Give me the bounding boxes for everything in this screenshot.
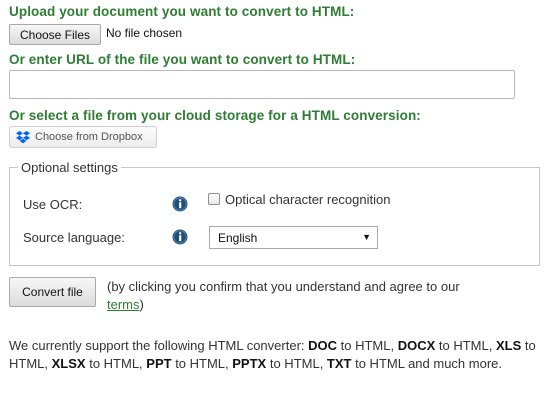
choose-files-button[interactable]: Choose Files [9,24,101,45]
format-name: XLSX [51,356,86,371]
confirm-terms-text: (by clicking you confirm that you unders… [107,278,487,314]
optional-settings-fieldset: Optional settings [9,160,540,266]
optional-settings-legend: Optional settings [21,160,118,175]
format-suffix: to HTML, [266,356,327,371]
upload-heading: Upload your document you want to convert… [9,4,355,19]
convert-file-button[interactable]: Convert file [9,277,96,307]
format-name: PPTX [232,356,267,371]
confirm-text-after: ) [139,297,144,312]
terms-link[interactable]: terms [107,297,140,312]
info-icon[interactable] [172,229,188,245]
format-suffix: to HTML, [171,356,233,371]
format-name: DOCX [397,338,436,353]
url-heading: Or enter URL of the file you want to con… [9,52,356,67]
source-language-select[interactable]: English ▼ [209,226,378,249]
source-language-label: Source language: [23,230,125,245]
dropbox-icon [16,130,30,143]
source-language-value: English [218,230,258,245]
info-icon[interactable] [172,196,188,212]
ocr-checkbox-label[interactable]: Optical character recognition [225,192,390,207]
choose-from-dropbox-button[interactable]: Choose from Dropbox [9,126,157,148]
cloud-heading: Or select a file from your cloud storage… [9,108,421,123]
no-file-chosen-text: No file chosen [106,26,183,40]
format-suffix: to HTML, [337,338,398,353]
ocr-checkbox[interactable] [208,193,220,205]
format-name: XLS [495,338,522,353]
format-suffix: to HTML, [85,356,147,371]
supported-formats-text: We currently support the following HTML … [9,337,539,373]
format-name: PPT [146,356,172,371]
format-name: TXT [326,356,352,371]
use-ocr-label: Use OCR: [23,197,83,212]
dropbox-button-label: Choose from Dropbox [35,131,143,143]
format-suffix: to HTML, [435,338,496,353]
format-name: DOC [308,338,338,353]
dropdown-arrow-icon: ▼ [362,232,371,242]
format-suffix: to HTML and much more. [351,356,502,371]
supported-formats-intro: We currently support the following HTML … [9,338,309,353]
url-input[interactable] [9,70,515,99]
confirm-text-before: (by clicking you confirm that you unders… [107,279,460,294]
